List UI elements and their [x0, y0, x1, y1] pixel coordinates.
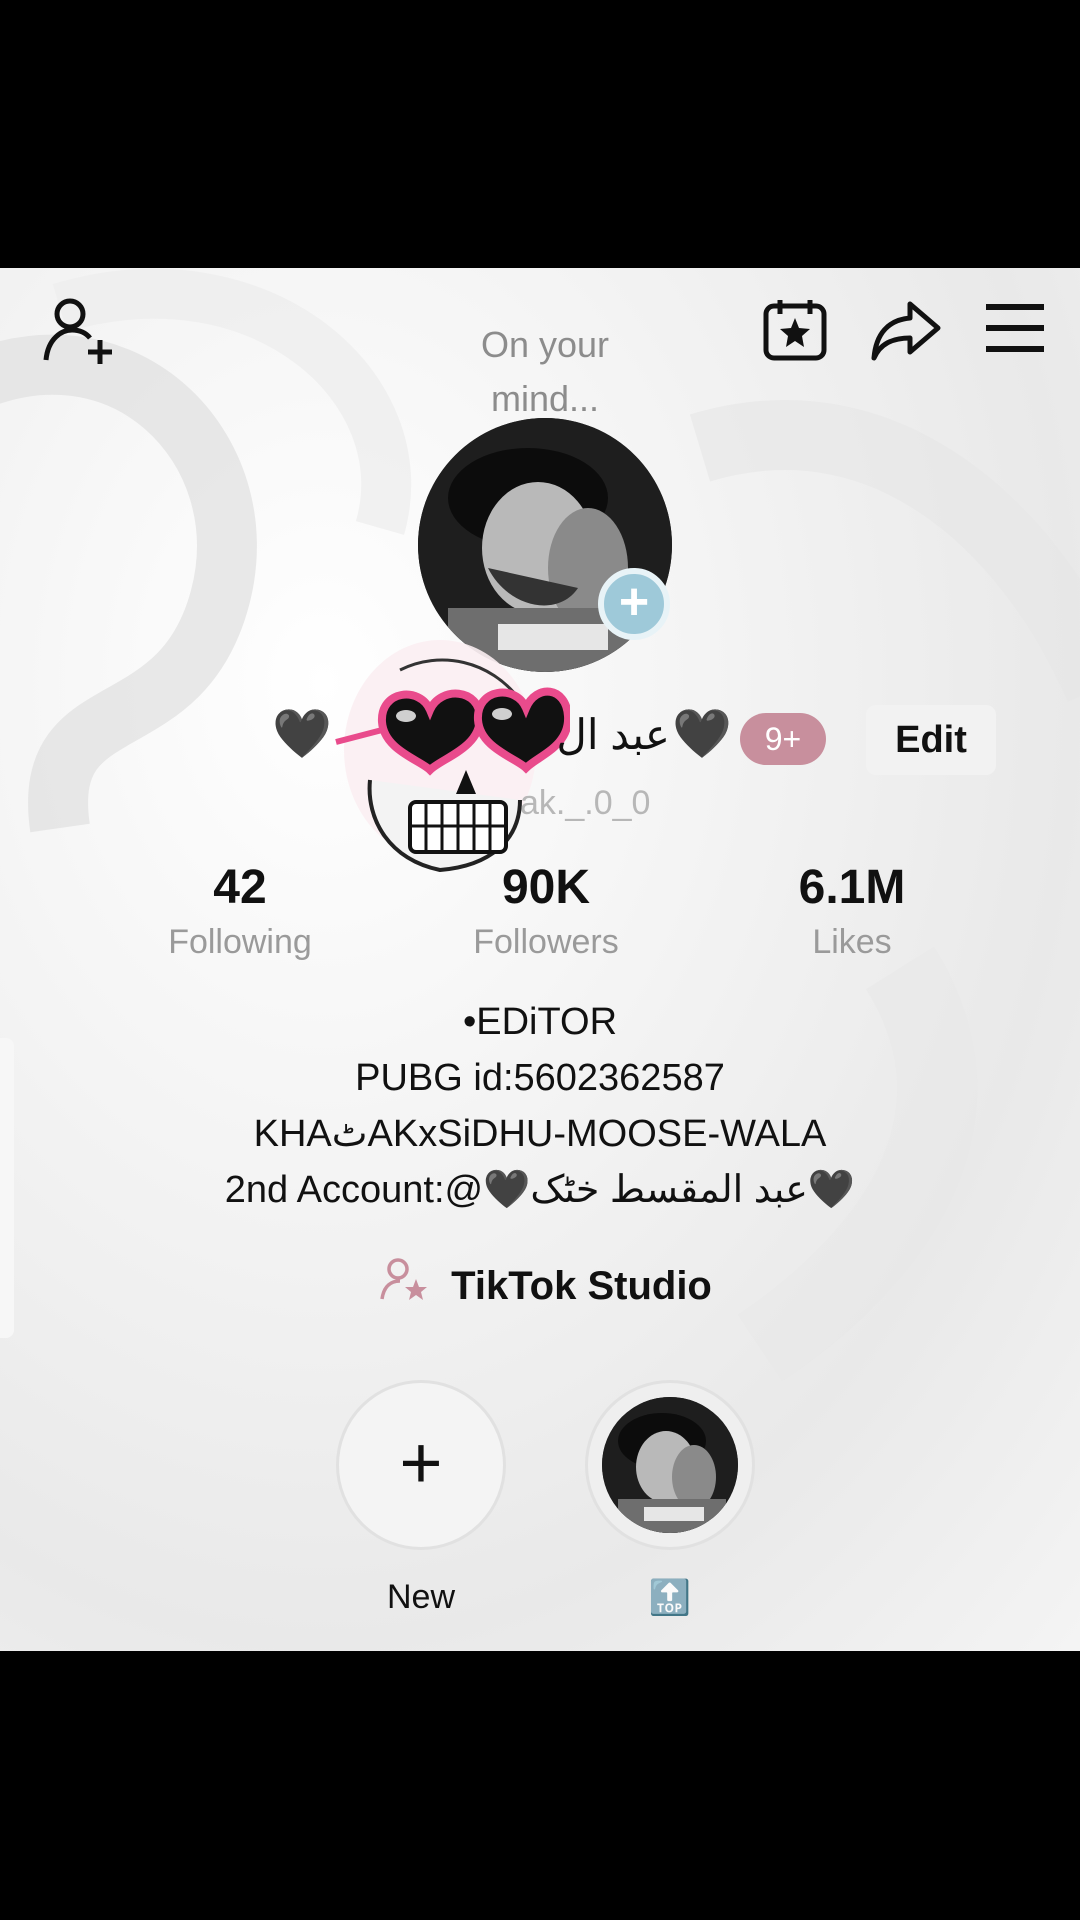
stat-followers[interactable]: 90K Followers	[436, 858, 656, 966]
tiktok-studio-link[interactable]: TikTok Studio	[380, 1256, 712, 1316]
share-icon[interactable]	[870, 298, 942, 367]
stat-value: 42	[213, 861, 267, 914]
bio-line: 2nd Account:@🖤عبد المقسط خٹک🖤	[224, 1169, 856, 1211]
stat-label: Followers	[473, 923, 619, 961]
stat-label: Following	[168, 923, 312, 961]
highlight-label-top: 🔝	[648, 1579, 692, 1617]
add-story-button[interactable]: +	[598, 568, 670, 640]
stat-value: 6.1M	[798, 861, 906, 914]
bio-line: PUBG id:5602362587	[355, 1057, 725, 1099]
profile-screen: On your mind... + 🖤 عبد ال 🖤 9+ Edit ak.…	[0, 268, 1080, 1651]
highlight-top[interactable]	[585, 1380, 755, 1550]
username: ak._.0_0	[520, 784, 651, 822]
studio-label: TikTok Studio	[451, 1264, 712, 1308]
highlight-thumbnail	[602, 1397, 738, 1533]
bio: •EDiTOR PUBG id:5602362587 KHAٹAKxSiDHU-…	[120, 994, 960, 1218]
story-prompt[interactable]: On your mind...	[440, 318, 650, 426]
calendar-star-icon[interactable]	[762, 296, 830, 369]
stat-following[interactable]: 42 Following	[130, 858, 350, 966]
bio-line: KHAٹAKxSiDHU-MOOSE-WALA	[253, 1113, 827, 1155]
new-highlight-button[interactable]: +	[336, 1380, 506, 1550]
plus-icon: +	[399, 1421, 443, 1504]
highlight-label-new: New	[386, 1578, 456, 1616]
heart-icon-left: 🖤	[272, 708, 332, 761]
notification-badge[interactable]: 9+	[740, 713, 826, 765]
edit-profile-button[interactable]: Edit	[866, 705, 996, 775]
bio-line: •EDiTOR	[462, 1001, 618, 1043]
stat-value: 90K	[501, 861, 591, 914]
creator-star-icon	[380, 1257, 428, 1320]
stat-likes[interactable]: 6.1M Likes	[742, 858, 962, 966]
heart-icon-right: 🖤	[672, 708, 732, 761]
menu-icon[interactable]	[984, 302, 1046, 359]
display-name: عبد ال	[556, 711, 670, 758]
add-friend-icon[interactable]	[40, 294, 116, 375]
stat-label: Likes	[812, 923, 892, 961]
side-handle[interactable]	[0, 1038, 14, 1338]
